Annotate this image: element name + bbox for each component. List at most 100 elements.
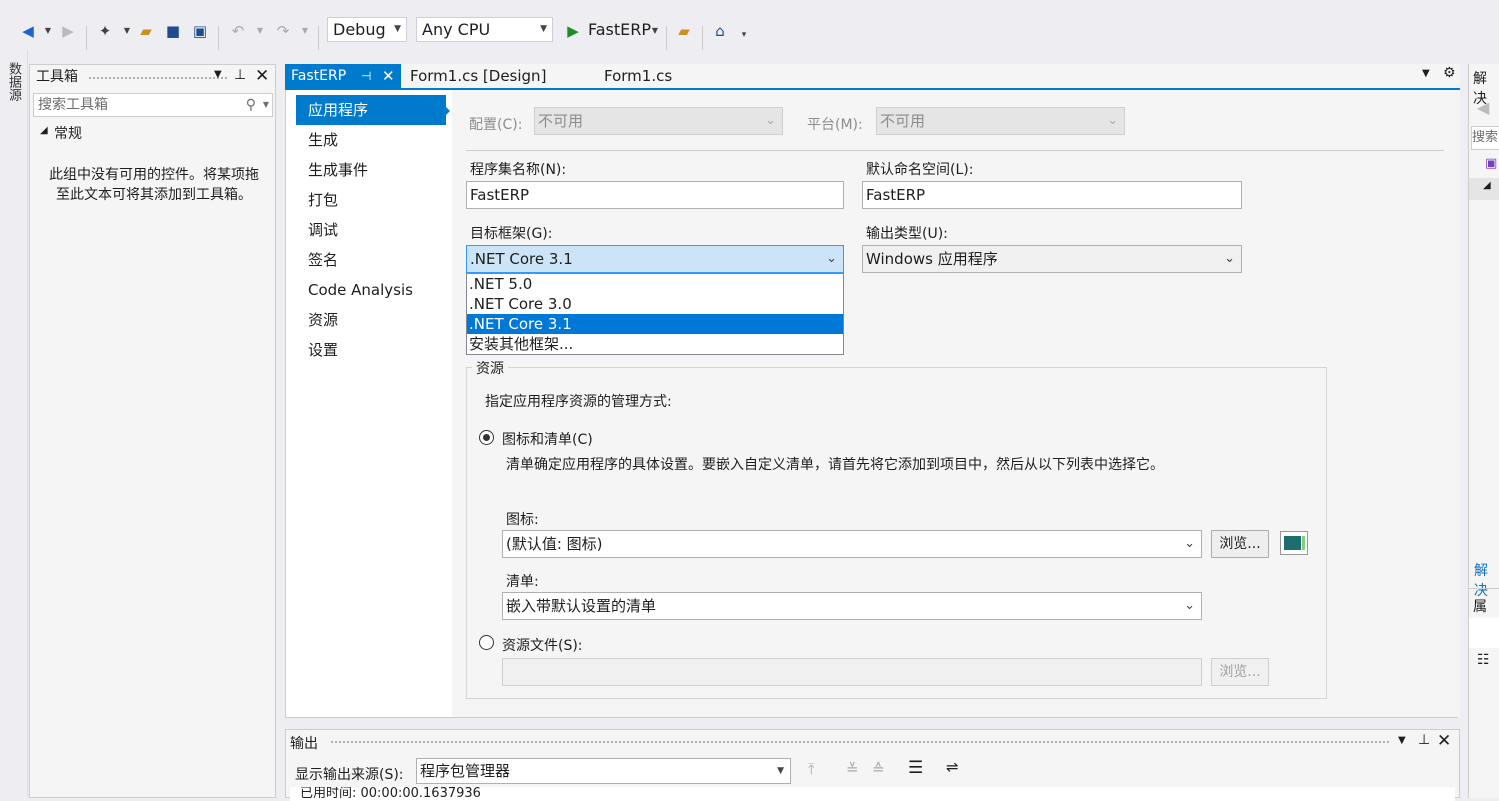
solution-explorer-link[interactable]: 解决	[1474, 560, 1499, 600]
icon-manifest-label[interactable]: 图标和清单(C)	[502, 429, 593, 449]
solution-platform-select[interactable]: Any CPU ▼	[416, 17, 553, 42]
chevron-down-icon: ▼	[540, 24, 547, 34]
toolbox-search-placeholder: 搜索工具箱	[38, 97, 108, 113]
save-all-icon[interactable]: ▣	[190, 22, 210, 40]
properties-nav: 应用程序 生成 生成事件 打包 调试 签名 Code Analysis 资源 设…	[286, 90, 450, 717]
icon-select[interactable]: (默认值: 图标) ⌄	[502, 530, 1202, 558]
nav-signing[interactable]: 签名	[296, 245, 446, 275]
close-icon[interactable]: ✕	[1437, 731, 1451, 751]
nav-build[interactable]: 生成	[296, 125, 446, 155]
solution-search-input[interactable]: 搜索	[1471, 126, 1499, 150]
output-source-label: 显示输出来源(S):	[295, 767, 404, 783]
data-sources-tab[interactable]: 数据源	[4, 62, 23, 101]
assembly-name-label: 程序集名称(N):	[470, 162, 567, 178]
nav-resources[interactable]: 资源	[296, 305, 446, 335]
resource-file-radio[interactable]	[479, 635, 494, 650]
framework-option-selected[interactable]: .NET Core 3.1	[467, 314, 843, 334]
resource-file-label[interactable]: 资源文件(S):	[502, 635, 583, 655]
drag-handle[interactable]	[88, 76, 228, 80]
target-framework-dropdown: .NET 5.0 .NET Core 3.0 .NET Core 3.1 安装其…	[466, 273, 844, 355]
new-project-icon[interactable]: ✦	[95, 22, 115, 40]
assembly-name-input[interactable]: FastERP	[466, 181, 844, 209]
platform-label: 平台(M):	[807, 117, 863, 133]
manifest-value: 嵌入带默认设置的清单	[506, 597, 657, 615]
toolbox-search-input[interactable]: 搜索工具箱 ⚲ ▼	[33, 93, 273, 117]
document-well: FastERP ⊣ ✕ Form1.cs [Design] Form1.cs ▼ ⚙…	[285, 64, 1460, 718]
pin-icon[interactable]: ⊥	[1418, 732, 1430, 748]
browse-icon-button[interactable]: 浏览...	[1211, 530, 1269, 558]
toolbar-separator	[218, 26, 219, 50]
home-icon[interactable]: ⌂	[710, 22, 730, 40]
close-icon[interactable]: ✕	[255, 66, 269, 86]
chevron-down-icon: ⌄	[1184, 598, 1195, 613]
undo-dropdown-icon[interactable]: ▼	[250, 22, 270, 40]
collapse-triangle-icon[interactable]: ◢	[40, 125, 48, 136]
tree-row-selected[interactable]: ◢	[1469, 178, 1499, 200]
chevron-down-icon: ⌄	[1224, 251, 1235, 266]
tab-form1-cs[interactable]: Form1.cs	[604, 64, 672, 88]
solution-icon: ▣	[1485, 156, 1498, 171]
new-dropdown-icon[interactable]: ▼	[117, 22, 137, 40]
clear-all-icon[interactable]: ☰	[908, 758, 923, 778]
toolbar-options-icon[interactable]: ▾	[734, 26, 754, 44]
output-type-select[interactable]: Windows 应用程序 ⌄	[862, 245, 1242, 273]
nav-debug[interactable]: 调试	[296, 215, 446, 245]
next-message-icon[interactable]: ≙	[872, 760, 885, 778]
tab-fasterp[interactable]: FastERP ⊣ ✕	[285, 64, 401, 88]
toolbox-group-general[interactable]: 常规	[54, 123, 82, 143]
search-options-icon[interactable]: ▼	[263, 94, 269, 116]
close-icon[interactable]: ✕	[382, 64, 395, 88]
standard-toolbar: ◀ ▼ ▶ ✦ ▼ ▰ ■ ▣ ↶ ▼ ↷ ▼ Debug ▼ Any CPU ▼ …	[0, 10, 1499, 50]
find-message-icon[interactable]: ⤒	[808, 760, 815, 778]
start-debug-label[interactable]: FastERP	[588, 20, 651, 40]
pane-menu-icon[interactable]: ▼	[1398, 735, 1406, 746]
nav-selected-arrow	[443, 104, 450, 118]
toolbox-pane: 工具箱 ▼ ⊥ ✕ 搜索工具箱 ⚲ ▼ ◢ 常规 此组中没有可用的控件。将某项拖至此…	[29, 64, 276, 798]
prev-message-icon[interactable]: ≚	[846, 760, 859, 778]
framework-option[interactable]: .NET Core 3.0	[467, 294, 843, 314]
undo-icon[interactable]: ↶	[228, 22, 248, 40]
nav-package[interactable]: 打包	[296, 185, 446, 215]
pane-menu-icon[interactable]: ▼	[214, 69, 222, 80]
find-in-files-icon[interactable]: ▰	[674, 22, 694, 40]
pin-icon[interactable]: ⊥	[234, 67, 246, 83]
icon-manifest-radio[interactable]	[479, 430, 494, 445]
target-framework-select[interactable]: .NET Core 3.1 ⌄	[466, 245, 844, 273]
save-icon[interactable]: ■	[163, 22, 183, 40]
categorized-icon[interactable]: ☷	[1477, 652, 1490, 668]
start-debug-icon[interactable]: ▶	[563, 22, 583, 40]
icon-value: (默认值: 图标)	[506, 535, 603, 553]
word-wrap-icon[interactable]: ⇌	[946, 758, 959, 776]
solution-search-placeholder: 搜索	[1472, 130, 1499, 145]
run-dropdown-icon[interactable]: ▼	[645, 22, 665, 40]
gear-icon[interactable]: ⚙	[1443, 65, 1456, 81]
chevron-down-icon: ⌄	[765, 113, 776, 128]
back-dropdown-icon[interactable]: ▼	[38, 22, 58, 40]
back-icon[interactable]: ◀	[18, 22, 38, 40]
drag-handle[interactable]	[330, 740, 1390, 744]
redo-icon[interactable]: ↷	[273, 22, 293, 40]
pin-icon[interactable]: ⊣	[361, 64, 371, 88]
nav-build-events[interactable]: 生成事件	[296, 155, 446, 185]
back-icon[interactable]: ◀	[1477, 98, 1489, 117]
framework-option[interactable]: .NET 5.0	[467, 274, 843, 294]
default-namespace-input[interactable]: FastERP	[862, 181, 1242, 209]
collapse-triangle-icon[interactable]: ◢	[1483, 180, 1491, 191]
manifest-select[interactable]: 嵌入带默认设置的清单 ⌄	[502, 592, 1202, 620]
chevron-down-icon: ▼	[777, 766, 784, 776]
tab-form1-design[interactable]: Form1.cs [Design]	[410, 64, 546, 88]
redo-dropdown-icon[interactable]: ▼	[295, 22, 315, 40]
output-source-select[interactable]: 程序包管理器 ▼	[416, 758, 791, 784]
tab-list-dropdown-icon[interactable]: ▼	[1422, 68, 1430, 79]
nav-settings[interactable]: 设置	[296, 335, 446, 365]
config-select: 不可用 ⌄	[534, 107, 783, 135]
nav-code-analysis[interactable]: Code Analysis	[296, 275, 446, 305]
nav-application[interactable]: 应用程序	[296, 95, 446, 125]
search-icon: ⚲	[245, 97, 256, 113]
properties-object-box[interactable]	[1469, 618, 1499, 648]
forward-icon[interactable]: ▶	[58, 22, 78, 40]
solution-config-select[interactable]: Debug ▼	[327, 17, 407, 42]
toolbar-separator	[666, 26, 667, 50]
open-folder-icon[interactable]: ▰	[136, 22, 156, 40]
install-other-frameworks-option[interactable]: 安装其他框架...	[467, 334, 843, 354]
